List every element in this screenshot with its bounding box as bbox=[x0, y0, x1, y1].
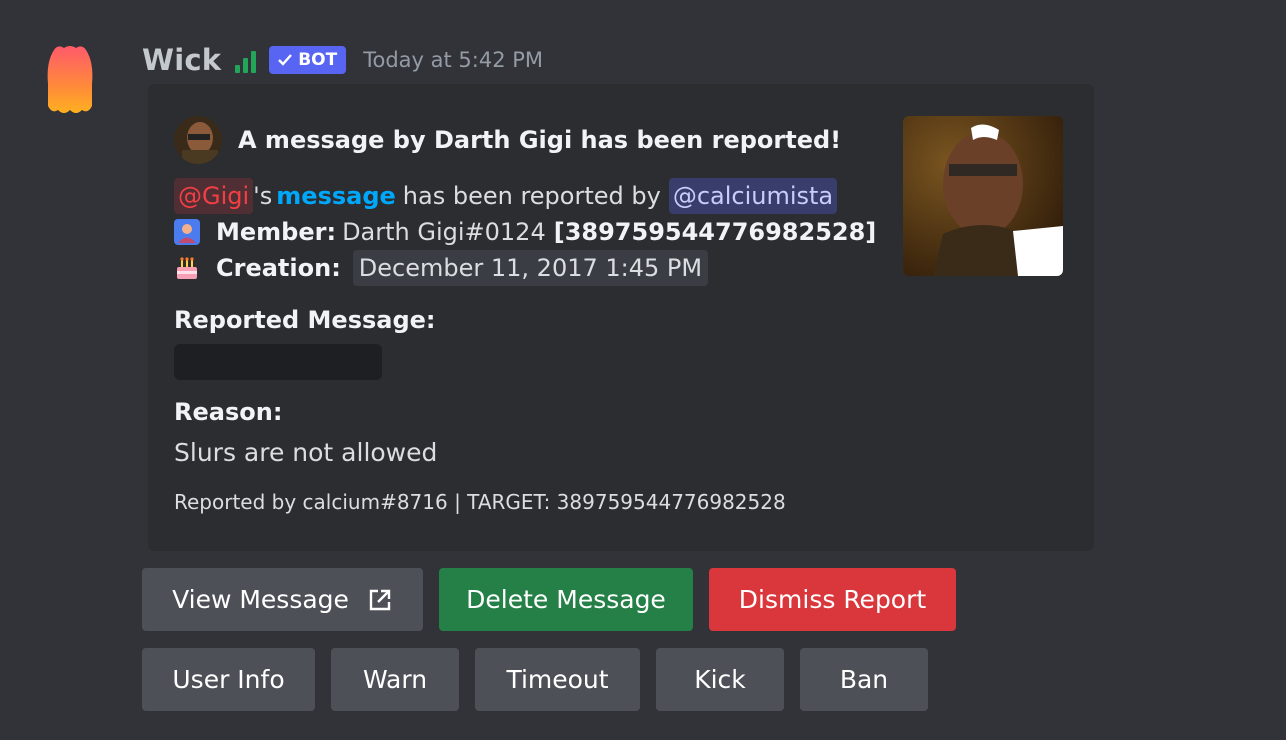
creation-label: Creation: bbox=[216, 254, 341, 282]
member-label: Member: bbox=[216, 218, 337, 246]
kick-button[interactable]: Kick bbox=[656, 648, 784, 711]
reason-value: Slurs are not allowed bbox=[174, 438, 438, 467]
embed-footer: Reported by calcium#8716 | TARGET: 38975… bbox=[174, 490, 786, 514]
embed-description: @Gigi 's message has been reported by @c… bbox=[174, 178, 882, 286]
username[interactable]: Wick bbox=[142, 43, 221, 77]
checkmark-icon bbox=[278, 54, 293, 66]
view-message-label: View Message bbox=[172, 585, 349, 614]
reporter-mention[interactable]: @calciumista bbox=[668, 178, 838, 214]
member-id: [389759544776982528] bbox=[553, 218, 877, 246]
reported-user-mention[interactable]: @Gigi bbox=[174, 178, 254, 214]
possessive-text: 's bbox=[253, 182, 273, 210]
dismiss-report-label: Dismiss Report bbox=[738, 585, 927, 614]
bot-avatar-icon[interactable] bbox=[44, 44, 96, 116]
embed-author: A message by Darth Gigi has been reporte… bbox=[174, 116, 841, 164]
report-embed: A message by Darth Gigi has been reporte… bbox=[148, 84, 1094, 551]
signal-icon bbox=[235, 47, 257, 73]
dismiss-report-button[interactable]: Dismiss Report bbox=[709, 568, 956, 631]
author-avatar bbox=[174, 116, 222, 164]
warn-label: Warn bbox=[362, 665, 428, 694]
ban-button[interactable]: Ban bbox=[800, 648, 928, 711]
reason-title: Reason: bbox=[174, 398, 283, 426]
user-info-button[interactable]: User Info bbox=[142, 648, 315, 711]
delete-message-label: Delete Message bbox=[466, 585, 666, 614]
external-link-icon bbox=[369, 589, 391, 610]
timeout-label: Timeout bbox=[506, 665, 609, 694]
creation-timestamp[interactable]: December 11, 2017 1:45 PM bbox=[352, 250, 709, 286]
bot-tag-label: BOT bbox=[298, 50, 338, 70]
view-message-button[interactable]: View Message bbox=[142, 568, 423, 631]
reported-by-text: has been reported by bbox=[402, 182, 661, 210]
reported-message-spoiler[interactable] bbox=[174, 344, 382, 380]
kick-label: Kick bbox=[694, 665, 746, 694]
embed-author-name: A message by Darth Gigi has been reporte… bbox=[238, 126, 842, 154]
cake-emoji-icon bbox=[174, 255, 200, 281]
member-value: Darth Gigi#0124 bbox=[342, 218, 546, 246]
delete-message-button[interactable]: Delete Message bbox=[439, 568, 693, 631]
message-header: Wick BOT Today at 5:42 PM bbox=[142, 38, 543, 82]
user-info-label: User Info bbox=[172, 665, 285, 694]
warn-button[interactable]: Warn bbox=[331, 648, 459, 711]
timestamp[interactable]: Today at 5:42 PM bbox=[363, 48, 543, 72]
timeout-button[interactable]: Timeout bbox=[475, 648, 640, 711]
bot-tag: BOT bbox=[269, 46, 347, 74]
reported-message-title: Reported Message: bbox=[174, 306, 436, 334]
ban-label: Ban bbox=[839, 665, 889, 694]
embed-thumbnail[interactable] bbox=[903, 116, 1063, 276]
member-emoji-icon bbox=[174, 219, 200, 245]
message-link[interactable]: message bbox=[276, 178, 396, 214]
